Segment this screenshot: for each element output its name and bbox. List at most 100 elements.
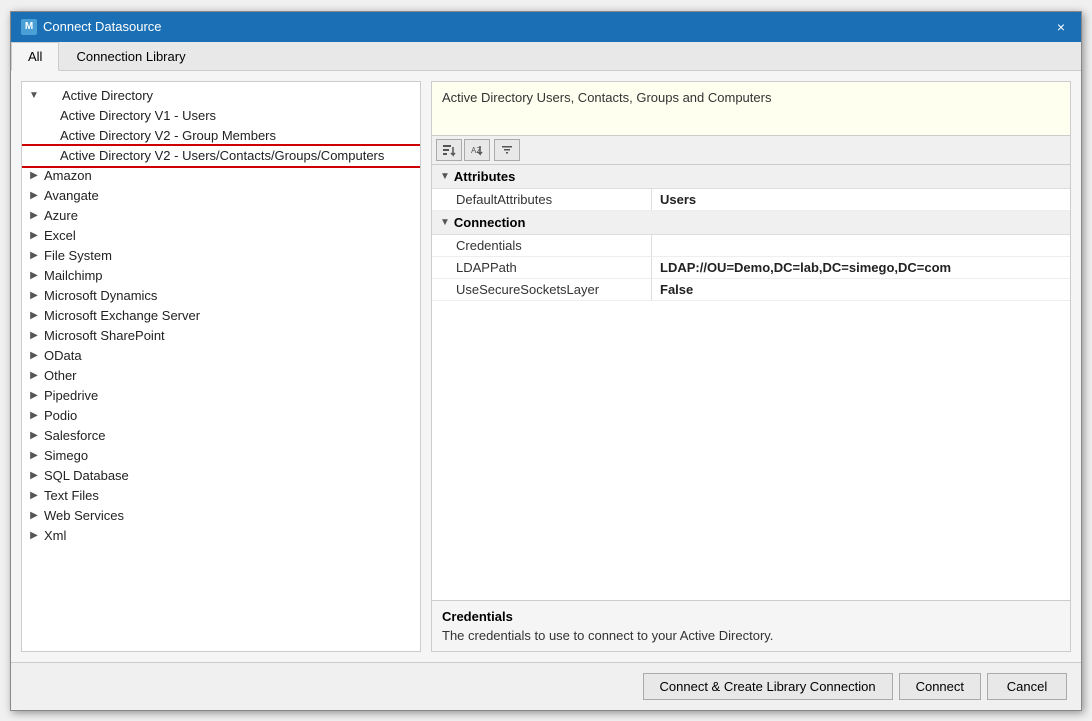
prop-value-default-attributes: Users — [652, 189, 1070, 210]
tree-label-active-directory: Active Directory — [62, 88, 153, 103]
prop-name-default-attributes: DefaultAttributes — [432, 189, 652, 210]
tree-label-text-files: Text Files — [44, 488, 99, 503]
connect-create-button[interactable]: Connect & Create Library Connection — [643, 673, 893, 700]
filter-button[interactable] — [494, 139, 520, 161]
tree-item-microsoft-dynamics[interactable]: ▶ Microsoft Dynamics — [22, 286, 420, 306]
tabs-bar: All Connection Library — [11, 42, 1081, 71]
tree-item-simego[interactable]: ▶ Simego — [22, 446, 420, 466]
tree-item-salesforce[interactable]: ▶ Salesforce — [22, 426, 420, 446]
tree-item-other[interactable]: ▶ Other — [22, 366, 420, 386]
expand-icon-ms-dynamics: ▶ — [26, 288, 42, 304]
tree-item-ad-v2-users-contacts[interactable]: Active Directory V2 - Users/Contacts/Gro… — [22, 146, 420, 166]
tree-label-avangate: Avangate — [44, 188, 99, 203]
sort-az-button[interactable]: AZ — [464, 139, 490, 161]
tree-item-odata[interactable]: ▶ OData — [22, 346, 420, 366]
expand-icon-active-directory: ▼ — [26, 88, 42, 104]
prop-name-use-ssl: UseSecureSocketsLayer — [432, 279, 652, 300]
expand-icon-amazon: ▶ — [26, 168, 42, 184]
close-button[interactable]: × — [1051, 17, 1071, 37]
expand-icon-excel: ▶ — [26, 228, 42, 244]
datasource-tree: ▼ Active Directory Active Directory V1 -… — [21, 81, 421, 652]
tree-label-web-services: Web Services — [44, 508, 124, 523]
section-connection-label: Connection — [454, 215, 526, 230]
tree-label-other: Other — [44, 368, 77, 383]
tree-label-amazon: Amazon — [44, 168, 92, 183]
tree-label-xml: Xml — [44, 528, 66, 543]
prop-row-credentials: Credentials — [432, 235, 1070, 257]
expand-icon-xml: ▶ — [26, 528, 42, 544]
prop-value-ldappath: LDAP://OU=Demo,DC=lab,DC=simego,DC=com — [652, 257, 1070, 278]
right-panel: Active Directory Users, Contacts, Groups… — [431, 81, 1071, 652]
tree-label-ms-exchange: Microsoft Exchange Server — [44, 308, 200, 323]
tree-label-salesforce: Salesforce — [44, 428, 105, 443]
tree-item-pipedrive[interactable]: ▶ Pipedrive — [22, 386, 420, 406]
expand-icon-simego: ▶ — [26, 448, 42, 464]
folder-icon-active-directory — [42, 88, 58, 104]
tree-item-web-services[interactable]: ▶ Web Services — [22, 506, 420, 526]
tree-label-pipedrive: Pipedrive — [44, 388, 98, 403]
expand-icon-ad-v1 — [42, 108, 58, 124]
tree-item-amazon[interactable]: ▶ Amazon — [22, 166, 420, 186]
tree-item-ad-v1-users[interactable]: Active Directory V1 - Users — [22, 106, 420, 126]
tree-item-azure[interactable]: ▶ Azure — [22, 206, 420, 226]
tree-item-ms-exchange[interactable]: ▶ Microsoft Exchange Server — [22, 306, 420, 326]
tree-label-ms-sharepoint: Microsoft SharePoint — [44, 328, 165, 343]
section-attributes[interactable]: ▼ Attributes — [432, 165, 1070, 189]
expand-icon-azure: ▶ — [26, 208, 42, 224]
title-bar-left: M Connect Datasource — [21, 19, 162, 35]
expand-icon-sql-database: ▶ — [26, 468, 42, 484]
window-title: Connect Datasource — [43, 19, 162, 34]
info-box: Credentials The credentials to use to co… — [431, 601, 1071, 652]
tree-label-ad-v2-group: Active Directory V2 - Group Members — [60, 128, 276, 143]
tree-item-file-system[interactable]: ▶ File System — [22, 246, 420, 266]
expand-attributes-icon: ▼ — [440, 171, 450, 182]
cancel-button[interactable]: Cancel — [987, 673, 1067, 700]
sort-icon — [442, 143, 456, 157]
tree-label-sql-database: SQL Database — [44, 468, 129, 483]
section-connection[interactable]: ▼ Connection — [432, 211, 1070, 235]
expand-icon-ad-v2-users — [42, 148, 58, 164]
tree-label-azure: Azure — [44, 208, 78, 223]
info-box-title: Credentials — [442, 609, 1060, 624]
sort-az-icon: AZ — [470, 143, 484, 157]
prop-value-credentials — [652, 235, 1070, 256]
tree-item-excel[interactable]: ▶ Excel — [22, 226, 420, 246]
prop-row-use-ssl: UseSecureSocketsLayer False — [432, 279, 1070, 301]
expand-icon-file-system: ▶ — [26, 248, 42, 264]
expand-icon-ms-exchange: ▶ — [26, 308, 42, 324]
tree-item-ms-sharepoint[interactable]: ▶ Microsoft SharePoint — [22, 326, 420, 346]
prop-name-credentials: Credentials — [432, 235, 652, 256]
section-attributes-label: Attributes — [454, 169, 515, 184]
expand-icon-pipedrive: ▶ — [26, 388, 42, 404]
tree-label-mailchimp: Mailchimp — [44, 268, 103, 283]
tree-item-sql-database[interactable]: ▶ SQL Database — [22, 466, 420, 486]
tree-item-xml[interactable]: ▶ Xml — [22, 526, 420, 546]
info-box-text: The credentials to use to connect to you… — [442, 628, 1060, 643]
tree-label-excel: Excel — [44, 228, 76, 243]
sort-properties-button[interactable] — [436, 139, 462, 161]
tree-label-ad-v1: Active Directory V1 - Users — [60, 108, 216, 123]
prop-value-use-ssl: False — [652, 279, 1070, 300]
tree-item-avangate[interactable]: ▶ Avangate — [22, 186, 420, 206]
tree-item-podio[interactable]: ▶ Podio — [22, 406, 420, 426]
connect-button[interactable]: Connect — [899, 673, 981, 700]
tree-item-ad-v2-group[interactable]: Active Directory V2 - Group Members — [22, 126, 420, 146]
tree-item-mailchimp[interactable]: ▶ Mailchimp — [22, 266, 420, 286]
tab-all[interactable]: All — [11, 42, 59, 71]
tree-item-text-files[interactable]: ▶ Text Files — [22, 486, 420, 506]
properties-toolbar: AZ — [431, 136, 1071, 165]
expand-icon-other: ▶ — [26, 368, 42, 384]
tree-label-ms-dynamics: Microsoft Dynamics — [44, 288, 157, 303]
tree-label-odata: OData — [44, 348, 82, 363]
expand-icon-salesforce: ▶ — [26, 428, 42, 444]
tab-connection-library[interactable]: Connection Library — [59, 42, 202, 71]
prop-name-ldappath: LDAPPath — [432, 257, 652, 278]
app-icon: M — [21, 19, 37, 35]
tree-label-simego: Simego — [44, 448, 88, 463]
filter-icon — [500, 143, 514, 157]
expand-icon-avangate: ▶ — [26, 188, 42, 204]
prop-row-default-attributes: DefaultAttributes Users — [432, 189, 1070, 211]
tree-item-active-directory[interactable]: ▼ Active Directory — [22, 86, 420, 106]
expand-icon-ad-v2-group — [42, 128, 58, 144]
expand-icon-mailchimp: ▶ — [26, 268, 42, 284]
